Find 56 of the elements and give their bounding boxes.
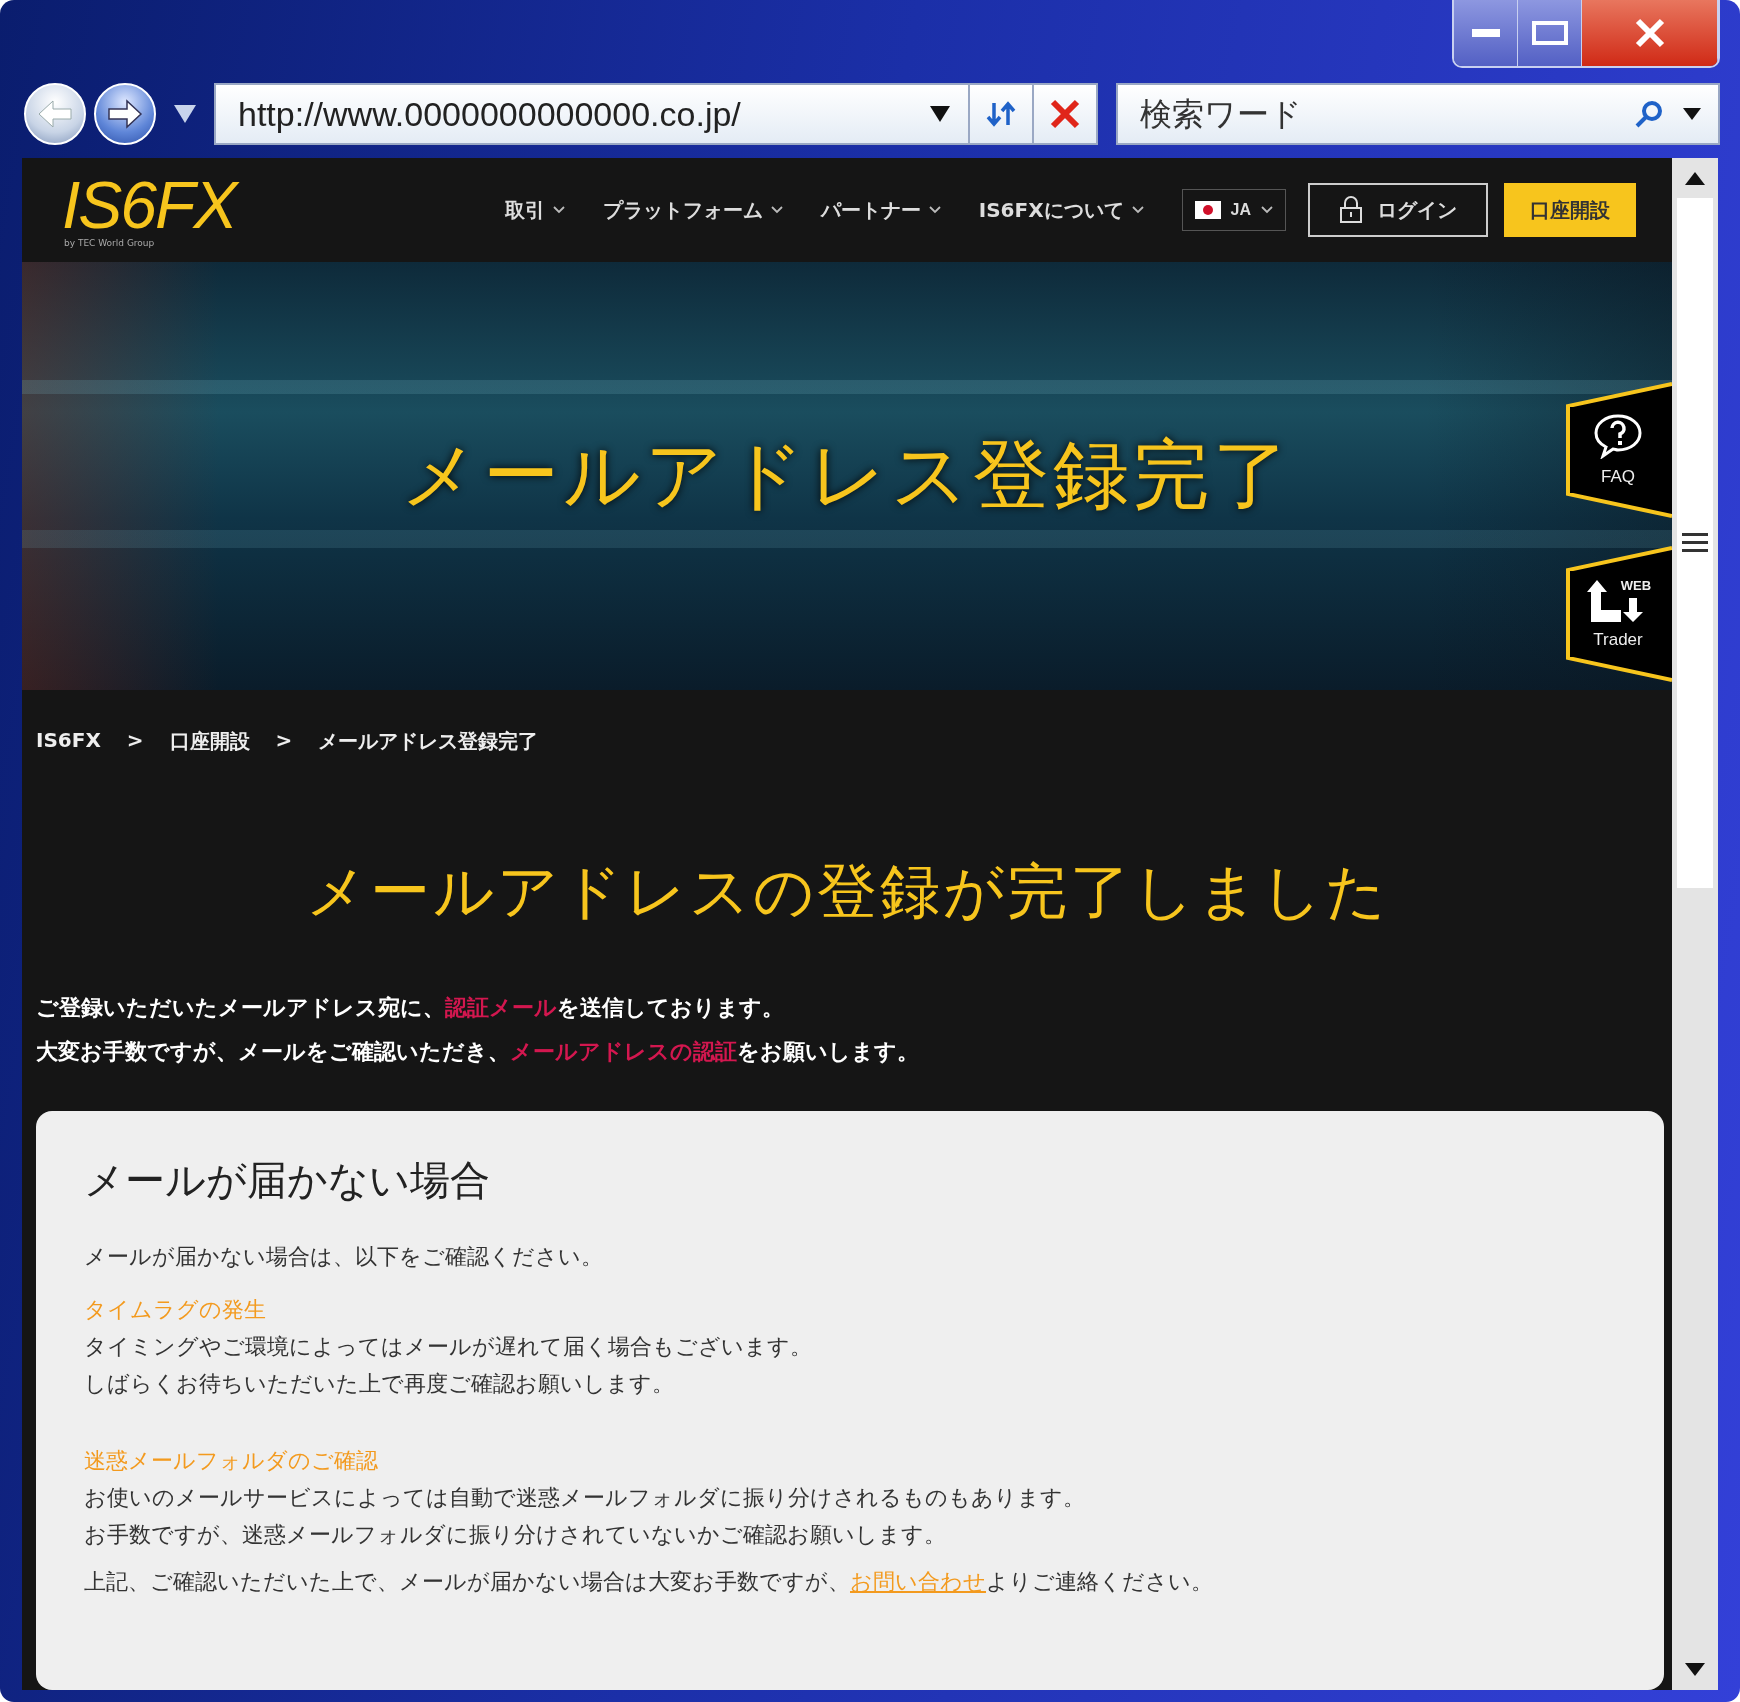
breadcrumb-link[interactable]: IS6FX <box>36 728 101 808</box>
nav-menu-item[interactable]: パートナー <box>820 196 941 224</box>
intro-text: ご登録いただいたメールアドレス宛に、認証メールを送信しております。 <box>36 994 785 1022</box>
search-field[interactable]: 検索ワード <box>1118 85 1634 143</box>
arrow-left-icon <box>37 99 73 129</box>
login-button[interactable]: ログイン <box>1308 183 1488 237</box>
breadcrumb-link[interactable]: 口座開設 <box>169 728 250 808</box>
close-icon <box>1633 17 1666 49</box>
lock-icon <box>1339 196 1363 224</box>
triangle-up-icon <box>1683 170 1707 186</box>
close-icon <box>1049 98 1081 130</box>
hero-title: メールアドレス登録完了 <box>401 428 1293 521</box>
up-down-arrows-icon <box>984 99 1018 129</box>
nav-menu-item[interactable]: プラットフォーム <box>602 196 783 224</box>
language-selector[interactable]: JA <box>1181 189 1286 231</box>
logo-tagline: by TEC World Group <box>63 238 156 248</box>
dropdown-triangle-icon[interactable] <box>928 104 952 124</box>
breadcrumb-separator: > <box>275 728 293 754</box>
minimize-icon <box>1471 29 1500 37</box>
card-title: メールが届かない場合 <box>84 1156 491 1205</box>
maximize-button[interactable] <box>1518 0 1582 66</box>
page-heading: メールアドレスの登録が完了しました <box>304 855 1390 928</box>
card-text: しばらくお待ちいただいた上で再度ご確認お願いします。 <box>84 1370 675 1398</box>
section-heading: 迷惑メールフォルダのご確認 <box>84 1447 379 1475</box>
flag-icon <box>1194 201 1221 219</box>
dropdown-triangle-icon[interactable] <box>172 103 198 125</box>
chevron-down-icon <box>770 206 783 214</box>
intro-text: 大変お手数ですが、メールをご確認いただき、メールアドレスの認証をお願いします。 <box>36 1038 920 1066</box>
card-text: お使いのメールサービスによっては自動で迷惑メールフォルダに振り分けされるものもあります。 <box>84 1484 1086 1512</box>
close-button[interactable] <box>1582 0 1718 66</box>
section-heading: タイムラグの発生 <box>84 1296 267 1324</box>
card-text: 上記、ご確認いただいた上で、メールが届かない場合は大変お手数ですが、お問い合わせよりご連絡ください。 <box>84 1568 1214 1596</box>
breadcrumb-separator: > <box>126 728 144 754</box>
triangle-down-icon <box>1683 1662 1707 1678</box>
chevron-down-icon <box>1131 206 1144 214</box>
search-icon[interactable] <box>1634 99 1664 129</box>
question-bubble-icon <box>1593 413 1643 459</box>
nav-menu-item[interactable]: IS6FXについて <box>978 196 1144 224</box>
chevron-down-icon <box>1261 206 1273 214</box>
minimize-button[interactable] <box>1454 0 1518 66</box>
card-text: メールが届かない場合は、以下をご確認ください。 <box>84 1243 604 1271</box>
grip-icon <box>1682 533 1708 553</box>
address-bar[interactable]: http://www.0000000000000.co.jp/ <box>214 83 1098 145</box>
breadcrumb-current-page: メールアドレス登録完了 <box>318 728 539 755</box>
open-account-button[interactable]: 口座開設 <box>1504 183 1636 237</box>
card-text: タイミングやご環境によってはメールが遅れて届く場合もございます。 <box>84 1333 813 1361</box>
search-bar[interactable]: 検索ワード <box>1116 83 1720 145</box>
chevron-down-icon <box>928 206 941 214</box>
scrollbar-thumb[interactable] <box>1677 198 1713 888</box>
dropdown-triangle-icon[interactable] <box>1682 107 1702 121</box>
chevron-down-icon <box>552 206 565 214</box>
maximize-icon <box>1531 21 1568 45</box>
scrollbar[interactable] <box>1672 158 1718 1690</box>
nav-menu-item[interactable]: 取引 <box>504 196 565 224</box>
arrow-right-icon <box>107 99 143 129</box>
card-text: お手数ですが、迷惑メールフォルダに振り分けされていないかご確認お願いします。 <box>84 1521 947 1549</box>
